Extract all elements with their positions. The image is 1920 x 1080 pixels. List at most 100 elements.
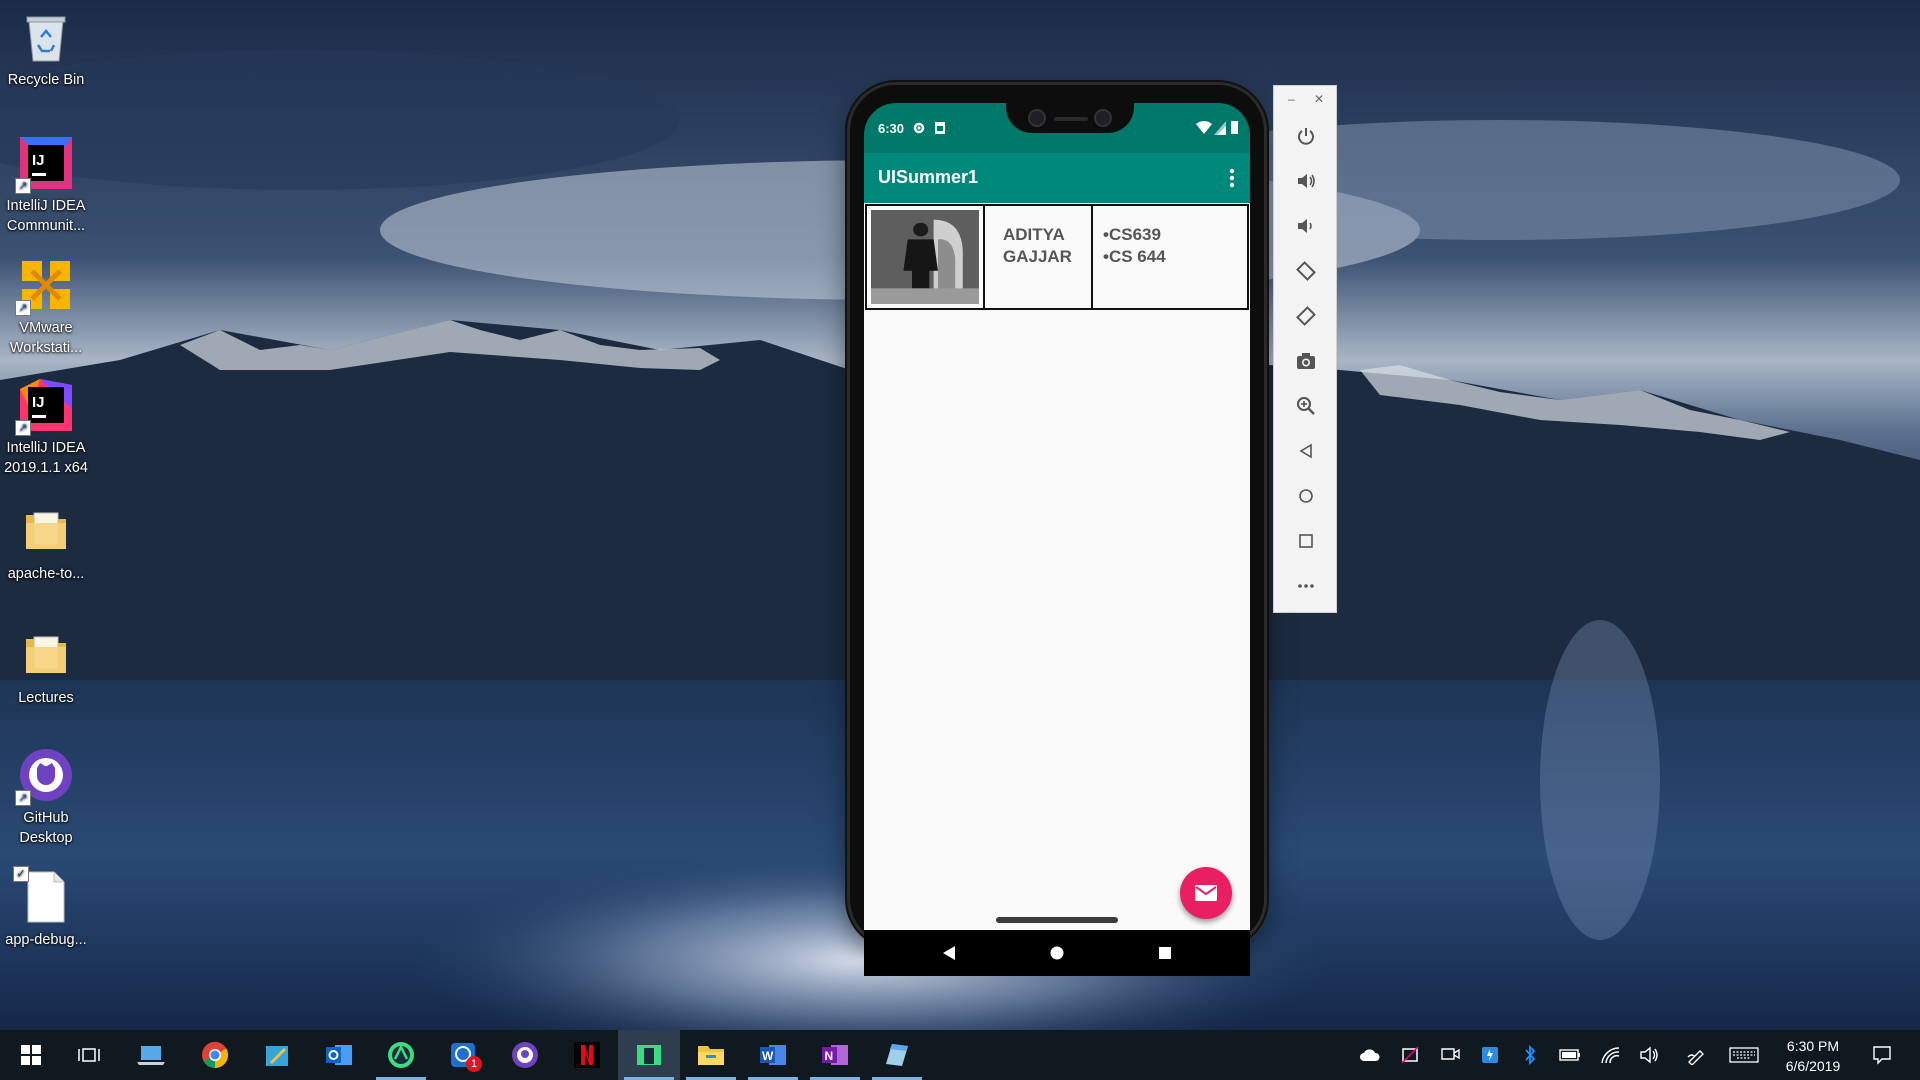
cell-signal-icon — [1214, 121, 1226, 135]
recycle-bin-icon — [17, 8, 75, 66]
earpiece-speaker — [1054, 117, 1088, 121]
taskbar-app-word[interactable]: W — [742, 1030, 804, 1080]
desktop-icon-github-desktop[interactable]: ↗ GitHub Desktop — [0, 746, 92, 848]
battery-icon — [1231, 121, 1238, 134]
battery-tray-icon[interactable] — [1556, 1030, 1584, 1080]
desktop-icon-apache-folder[interactable]: apache-to... — [0, 502, 92, 584]
bluetooth-tray-icon[interactable] — [1516, 1030, 1544, 1080]
desktop-icon-app-debug[interactable]: ✓ app-debug... — [0, 866, 92, 950]
taskbar-app-file-explorer[interactable] — [680, 1030, 742, 1080]
desktop-icon-label: Lectures — [18, 690, 74, 706]
clock-date: 6/6/2019 — [1785, 1058, 1841, 1074]
github-desktop-icon: ↗ — [15, 746, 75, 806]
notification-badge: 1 — [466, 1056, 482, 1072]
taskbar-app-android-studio[interactable] — [370, 1030, 432, 1080]
desktop-icon-label: IntelliJ IDEA Communit... — [6, 198, 86, 234]
desktop-icon-label: GitHub Desktop — [19, 810, 73, 846]
front-camera-icon — [1028, 109, 1046, 127]
notification-icon — [1873, 1046, 1891, 1065]
phone-chin-bar — [996, 917, 1118, 923]
folder-icon — [17, 502, 75, 560]
more-dots-icon — [1298, 584, 1314, 588]
nav-home-button[interactable] — [1046, 942, 1068, 964]
svg-text:N: N — [825, 1049, 834, 1063]
rotate-left-button[interactable] — [1292, 257, 1320, 285]
app-content: ADITYA GAJJAR •CS639 •CS 644 — [864, 203, 1250, 930]
rotate-left-icon — [1296, 261, 1316, 281]
taskbar-clock[interactable]: 6:30 PM 6/6/2019 — [1770, 1036, 1856, 1076]
desktop-icon-label: VMware Workstati... — [9, 320, 83, 356]
shortcut-arrow-icon: ↗ — [15, 300, 31, 316]
camera-icon — [1297, 353, 1315, 369]
taskbar-app-whatsapp[interactable]: 1 — [432, 1030, 494, 1080]
desktop-icon-lectures-folder[interactable]: Lectures — [0, 626, 92, 708]
profile-photo-cell — [867, 206, 985, 308]
overflow-menu-icon[interactable] — [1228, 167, 1236, 189]
taskbar-app-laptop[interactable] — [120, 1030, 182, 1080]
more-button[interactable] — [1292, 572, 1320, 600]
email-fab-button[interactable] — [1180, 867, 1232, 919]
taskbar-app-netflix[interactable] — [556, 1030, 618, 1080]
task-view-button[interactable] — [58, 1030, 120, 1080]
desktop-icon-intellij-2019[interactable]: IJ ↗ IntelliJ IDEA 2019.1.1 x64 — [0, 376, 92, 478]
taskbar-app-notes[interactable] — [246, 1030, 308, 1080]
volume-tray-icon[interactable] — [1636, 1030, 1664, 1080]
home-button[interactable] — [1292, 482, 1320, 510]
power-button[interactable] — [1292, 122, 1320, 150]
chrome-icon — [202, 1041, 229, 1069]
folder-icon — [17, 626, 75, 684]
github-desktop-icon — [512, 1042, 538, 1068]
profile-photo — [871, 210, 979, 304]
sketch-pad-icon — [266, 1046, 288, 1066]
app-tray-icon[interactable] — [1476, 1030, 1504, 1080]
volume-up-button[interactable] — [1292, 167, 1320, 195]
screenshot-button[interactable] — [1292, 347, 1320, 375]
nav-recents-button[interactable] — [1154, 942, 1176, 964]
network-disabled-tray-icon[interactable] — [1396, 1030, 1424, 1080]
taskbar-app-chrome[interactable] — [184, 1030, 246, 1080]
keyboard-tray-icon[interactable] — [1726, 1030, 1762, 1080]
android-nav-bar — [864, 930, 1250, 976]
power-icon — [1298, 128, 1314, 145]
desktop-icon-label: IntelliJ IDEA 2019.1.1 x64 — [4, 440, 88, 476]
projector-tray-icon[interactable] — [1436, 1030, 1464, 1080]
camera-notch — [1006, 103, 1134, 133]
volume-down-button[interactable] — [1292, 212, 1320, 240]
back-button[interactable] — [1292, 437, 1320, 465]
zoom-button[interactable] — [1292, 392, 1320, 420]
overview-square-icon — [1299, 534, 1313, 548]
sim-card-icon — [935, 122, 945, 134]
checkbox-icon[interactable]: ✓ — [13, 866, 29, 882]
status-time: 6:30 — [878, 121, 905, 136]
intellij-idea-icon: IJ ↗ — [15, 376, 75, 436]
taskbar-app-github-desktop[interactable] — [494, 1030, 556, 1080]
action-center-button[interactable] — [1864, 1030, 1900, 1080]
start-button[interactable] — [0, 1030, 62, 1080]
course-item: •CS 644 — [1103, 247, 1166, 266]
home-circle-icon — [1299, 489, 1313, 503]
overview-button[interactable] — [1292, 527, 1320, 555]
clock-time: 6:30 PM — [1786, 1038, 1840, 1054]
onedrive-tray-icon[interactable] — [1356, 1030, 1384, 1080]
status-bar: 6:30 — [864, 103, 1250, 153]
minimize-button[interactable]: – — [1288, 92, 1295, 106]
volume-up-icon — [1298, 174, 1315, 188]
vmware-icon: ↗ — [15, 256, 75, 316]
desktop-icon-vmware[interactable]: ↗ VMware Workstati... — [0, 256, 92, 358]
taskbar-app-emulator[interactable] — [618, 1030, 680, 1080]
close-button[interactable]: ✕ — [1314, 92, 1324, 106]
rotate-right-button[interactable] — [1292, 302, 1320, 330]
volume-down-icon — [1298, 219, 1312, 233]
taskbar-app-pad[interactable] — [866, 1030, 928, 1080]
file-icon: ✓ — [13, 866, 75, 926]
taskbar-app-onenote[interactable]: N — [804, 1030, 866, 1080]
taskbar-app-outlook[interactable] — [308, 1030, 370, 1080]
shortcut-arrow-icon: ↗ — [15, 420, 31, 436]
windows-logo-icon — [21, 1045, 41, 1065]
desktop-icon-recycle-bin[interactable]: Recycle Bin — [0, 8, 92, 90]
desktop-icon-intellij-community[interactable]: IJ ↗ IntelliJ IDEA Communit... — [0, 134, 92, 236]
pen-tray-icon[interactable] — [1682, 1030, 1710, 1080]
wifi-tray-icon[interactable] — [1596, 1030, 1624, 1080]
laptop-icon — [137, 1046, 165, 1065]
nav-back-button[interactable] — [938, 942, 960, 964]
